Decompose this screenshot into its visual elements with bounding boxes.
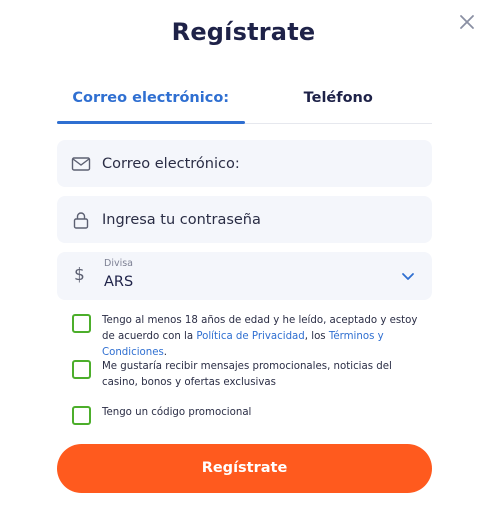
promos-text: Me gustaría recibir mensajes promocional… <box>102 361 392 388</box>
signup-modal: Regístrate Correo electrónico: Teléfono … <box>0 0 487 507</box>
promos-row: Me gustaría recibir mensajes promocional… <box>72 360 424 391</box>
mail-icon <box>71 154 91 174</box>
promo-code-row: Tengo un código promocional <box>72 406 424 425</box>
password-placeholder: Ingresa tu contraseña <box>102 211 261 228</box>
email-placeholder: Correo electrónico: <box>102 155 240 172</box>
password-field[interactable]: Ingresa tu contraseña <box>57 196 432 243</box>
tab-email[interactable]: Correo electrónico: <box>57 82 245 124</box>
promos-checkbox[interactable] <box>72 360 91 379</box>
promo-code-text: Tengo un código promocional <box>102 407 252 418</box>
tab-phone[interactable]: Teléfono <box>245 82 433 123</box>
signup-tabs: Correo electrónico: Teléfono <box>57 82 432 124</box>
modal-title: Regístrate <box>171 18 316 46</box>
privacy-policy-link[interactable]: Política de Privacidad <box>196 331 304 342</box>
terms-row: Tengo al menos 18 años de edad y he leíd… <box>72 314 424 361</box>
currency-label: Divisa <box>104 258 133 269</box>
register-button[interactable]: Regístrate <box>57 444 432 493</box>
email-field[interactable]: Correo electrónico: <box>57 140 432 187</box>
promo-code-checkbox[interactable] <box>72 406 91 425</box>
terms-checkbox[interactable] <box>72 314 91 333</box>
lock-icon <box>71 210 91 230</box>
dollar-icon: $ <box>74 265 85 285</box>
chevron-down-icon <box>400 268 416 284</box>
terms-text: Tengo al menos 18 años de edad y he leíd… <box>102 315 418 358</box>
currency-select[interactable]: $ Divisa ARS <box>57 252 432 300</box>
currency-value: ARS <box>104 274 134 290</box>
